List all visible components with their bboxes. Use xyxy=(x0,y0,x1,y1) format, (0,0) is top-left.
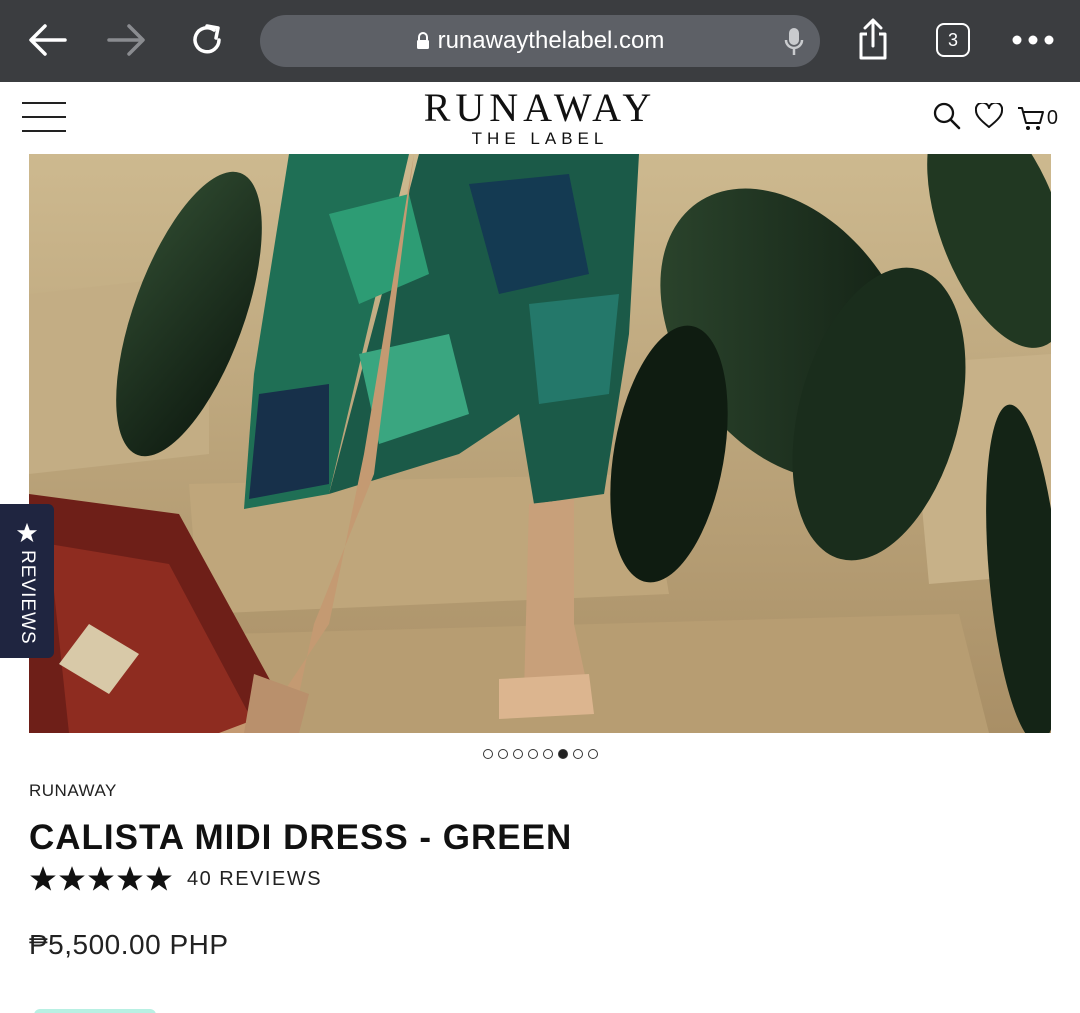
star-icon xyxy=(16,522,38,543)
share-button[interactable] xyxy=(851,18,895,62)
rating-stars xyxy=(29,865,173,893)
reviews-tab-label: REVIEWS xyxy=(17,550,38,645)
gallery-dot[interactable] xyxy=(587,749,598,759)
address-bar[interactable]: runawaythelabel.com xyxy=(260,15,820,67)
star-icon xyxy=(117,866,143,891)
back-arrow-icon xyxy=(29,24,67,56)
star-icon xyxy=(30,866,56,891)
gallery-dot[interactable] xyxy=(572,749,583,759)
product-image[interactable] xyxy=(29,154,1051,733)
star-icon xyxy=(59,866,85,891)
lock-icon xyxy=(416,32,430,50)
product-price: ₱5,500.00 PHP xyxy=(29,929,229,960)
search-icon[interactable] xyxy=(933,102,961,135)
gallery-dot[interactable] xyxy=(482,749,493,759)
reload-icon xyxy=(193,24,221,54)
wishlist-heart-icon[interactable] xyxy=(974,101,1003,134)
back-button[interactable] xyxy=(25,18,69,62)
site-header: RUNAWAY THE LABEL 0 xyxy=(0,82,1080,154)
product-brand: RUNAWAY xyxy=(29,781,117,800)
size-option-button[interactable] xyxy=(34,1009,156,1013)
logo-sub-text: THE LABEL xyxy=(471,129,609,148)
reload-button[interactable] xyxy=(185,18,229,62)
ellipsis-icon xyxy=(1012,35,1054,45)
star-icon xyxy=(146,866,172,891)
cart-count: 0 xyxy=(1046,107,1058,129)
site-logo[interactable]: RUNAWAY THE LABEL xyxy=(0,86,1080,148)
gallery-dot[interactable] xyxy=(542,749,553,759)
url-text: runawaythelabel.com xyxy=(437,27,665,54)
review-count[interactable]: 40 REVIEWS xyxy=(187,868,322,891)
browser-toolbar: runawaythelabel.com 3 xyxy=(0,0,1080,82)
share-icon xyxy=(859,18,887,60)
more-menu-button[interactable] xyxy=(1011,18,1055,62)
forward-button[interactable] xyxy=(105,18,149,62)
gallery-pagination xyxy=(0,749,1080,759)
star-icon xyxy=(88,866,114,891)
gallery-dot[interactable] xyxy=(497,749,508,759)
microphone-icon[interactable] xyxy=(784,27,804,64)
forward-arrow-icon xyxy=(107,24,145,56)
product-title: CALISTA MIDI DRESS - GREEN xyxy=(29,818,573,857)
gallery-dot[interactable] xyxy=(512,749,523,759)
gallery-dot[interactable] xyxy=(527,749,538,759)
gallery-dot[interactable] xyxy=(557,749,568,759)
logo-main-text: RUNAWAY xyxy=(423,85,657,130)
tabs-button[interactable]: 3 xyxy=(936,23,970,57)
header-actions: 0 xyxy=(933,101,1058,135)
product-photo xyxy=(29,154,1051,733)
cart-icon xyxy=(1017,106,1044,130)
reviews-side-tab[interactable]: REVIEWS xyxy=(0,504,54,658)
cart-button[interactable]: 0 xyxy=(1017,106,1058,132)
product-rating[interactable]: 40 REVIEWS xyxy=(29,865,322,893)
